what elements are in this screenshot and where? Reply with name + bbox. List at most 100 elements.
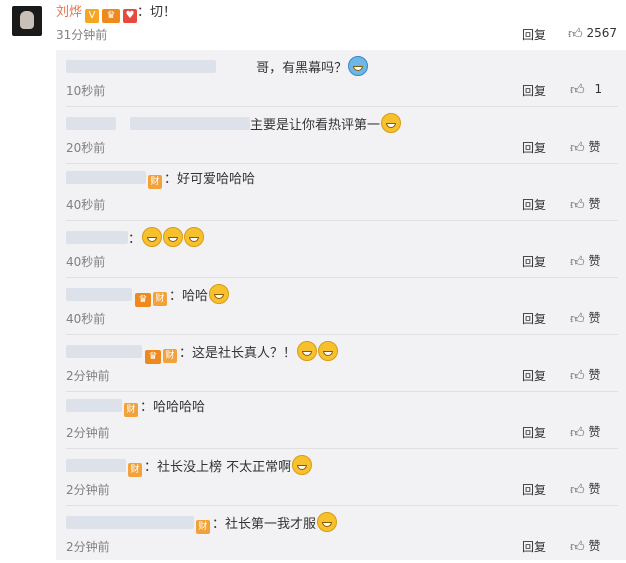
- thumbs-up-icon: 👍︎: [570, 425, 585, 441]
- laughing-emoji-icon: [142, 227, 163, 247]
- like-button[interactable]: 👍︎ 赞: [570, 537, 600, 555]
- blurred-username: [66, 60, 216, 73]
- comment-line: ：: [66, 227, 205, 250]
- thumbs-up-icon: 👍︎: [570, 140, 585, 156]
- post-like-button[interactable]: 👍︎ 2567: [568, 25, 617, 42]
- thumbs-up-icon: 👍︎: [570, 482, 585, 498]
- laughing-emoji-icon: [318, 341, 339, 361]
- comment-item: ♛ 财：这是社长真人？！ 2分钟前 回复 👍︎ 赞: [56, 335, 626, 392]
- like-button[interactable]: 👍︎ 赞: [570, 309, 600, 327]
- post-text: ：切！: [137, 5, 177, 20]
- vip-badge-icon: ♛: [102, 9, 121, 23]
- comment-line: 哥，有黑幕吗？: [66, 56, 369, 79]
- reply-button[interactable]: 回复: [522, 424, 546, 441]
- avatar[interactable]: [12, 6, 42, 36]
- like-button[interactable]: 👍︎ 赞: [570, 252, 600, 270]
- like-label: 赞: [588, 539, 601, 553]
- post-reply-button[interactable]: 回复: [522, 26, 546, 43]
- wealth-badge-icon: 财: [124, 403, 138, 417]
- wealth-badge-icon: 财: [196, 520, 210, 534]
- reply-button[interactable]: 回复: [522, 367, 546, 384]
- comment-line: ♛ 财：这是社长真人？！: [66, 341, 339, 364]
- comment-item: 财：社长没上榜 不太正常啊 2分钟前 回复 👍︎ 赞: [56, 449, 626, 506]
- comment-text: ：社长没上榜 不太正常啊: [144, 460, 292, 475]
- reply-button[interactable]: 回复: [522, 538, 546, 555]
- comment-item: 财：好可爱哈哈哈 40秒前 回复 👍︎ 赞: [56, 164, 626, 221]
- comment-item: ♛ 财：哈哈 40秒前 回复 👍︎ 赞: [56, 278, 626, 335]
- wealth-badge-icon: 财: [153, 292, 167, 306]
- comment-time: 2分钟前: [66, 483, 110, 497]
- laughing-emoji-icon: [381, 113, 402, 133]
- comment-line: 财：好可爱哈哈哈: [66, 170, 255, 190]
- blurred-username: [66, 171, 146, 184]
- emoji-icon: [348, 56, 369, 76]
- post-header: 刘烨 V ♛ ♥ ：切！ 31分钟前 回复 👍︎ 2567: [0, 0, 626, 50]
- comment-item: 财：哈哈哈哈 2分钟前 回复 👍︎ 赞: [56, 392, 626, 449]
- comment-text: 哥，有黑幕吗？: [256, 61, 348, 76]
- like-button[interactable]: 👍︎ 赞: [570, 195, 600, 213]
- comment-text: ：社长第一我才服: [212, 517, 317, 532]
- reply-button[interactable]: 回复: [522, 82, 546, 99]
- thumbs-up-icon: 👍︎: [570, 539, 585, 555]
- like-label: 赞: [588, 197, 601, 211]
- vip-badge-icon: ♛: [135, 293, 151, 307]
- wealth-badge-icon: 财: [148, 175, 162, 189]
- thumbs-up-icon: 👍︎: [570, 254, 585, 270]
- author-name[interactable]: 刘烨: [56, 5, 82, 20]
- blurred-username: [66, 399, 122, 412]
- thumbs-up-icon: 👍︎: [568, 26, 583, 42]
- like-button[interactable]: 👍︎ 1: [570, 81, 602, 98]
- comment-line: ♛ 财：哈哈: [66, 284, 230, 307]
- reply-button[interactable]: 回复: [522, 481, 546, 498]
- comment-time: 2分钟前: [66, 540, 110, 554]
- like-label: 赞: [588, 482, 601, 496]
- comment-item: 财：社长第一我才服 2分钟前 回复 👍︎ 赞: [56, 506, 626, 563]
- comment-text: ：这是社长真人？！: [179, 346, 297, 361]
- wealth-badge-icon: 财: [128, 463, 142, 477]
- vip-badge-icon: ♛: [145, 350, 161, 364]
- comment-time: 40秒前: [66, 198, 106, 212]
- post-line: 刘烨 V ♛ ♥ ：切！: [56, 4, 176, 23]
- comment-line: 主要是让你看热评第一: [66, 113, 402, 136]
- red-badge-icon: ♥: [123, 9, 138, 23]
- blurred-username: [130, 117, 250, 130]
- laughing-emoji-icon: [163, 227, 184, 247]
- post-time: 31分钟前: [56, 28, 108, 42]
- like-count: 1: [594, 82, 603, 96]
- like-label: 赞: [588, 140, 601, 154]
- thumbs-up-icon: 👍︎: [570, 197, 585, 213]
- comment-time: 40秒前: [66, 255, 106, 269]
- smile-emoji-icon: [209, 284, 230, 304]
- blurred-username: [66, 288, 132, 301]
- like-label: 赞: [588, 311, 601, 325]
- comment-item: 哥，有黑幕吗？ 10秒前 回复 👍︎ 1: [56, 50, 626, 107]
- thumbs-up-icon: 👍︎: [570, 82, 585, 98]
- wealth-badge-icon: 财: [163, 349, 177, 363]
- blurred-username: [66, 345, 142, 358]
- post-like-count: 2567: [586, 26, 618, 40]
- comment-line: 财：哈哈哈哈: [66, 398, 205, 418]
- reply-button[interactable]: 回复: [522, 196, 546, 213]
- reply-button[interactable]: 回复: [522, 139, 546, 156]
- comment-line: 财：社长没上榜 不太正常啊: [66, 455, 313, 478]
- comment-text: ：哈哈: [169, 289, 209, 304]
- comment-time: 2分钟前: [66, 426, 110, 440]
- laughing-emoji-icon: [297, 341, 318, 361]
- grin-emoji-icon: [317, 512, 338, 532]
- reply-button[interactable]: 回复: [522, 310, 546, 327]
- laughing-emoji-icon: [184, 227, 205, 247]
- wink-emoji-icon: [292, 455, 313, 475]
- comment-item: 主要是让你看热评第一 20秒前 回复 👍︎ 赞: [56, 107, 626, 164]
- comment-text: ：哈哈哈哈: [140, 400, 206, 415]
- comment-text: ：: [128, 232, 142, 247]
- comment-list: 哥，有黑幕吗？ 10秒前 回复 👍︎ 1 主要是让你看热评第一 20秒前 回复 …: [56, 50, 626, 560]
- like-button[interactable]: 👍︎ 赞: [570, 366, 600, 384]
- like-button[interactable]: 👍︎ 赞: [570, 480, 600, 498]
- reply-button[interactable]: 回复: [522, 253, 546, 270]
- comment-time: 10秒前: [66, 84, 106, 98]
- like-label: 赞: [588, 254, 601, 268]
- comment-text: ：好可爱哈哈哈: [164, 172, 256, 187]
- like-button[interactable]: 👍︎ 赞: [570, 138, 600, 156]
- like-button[interactable]: 👍︎ 赞: [570, 423, 600, 441]
- like-label: 赞: [588, 368, 601, 382]
